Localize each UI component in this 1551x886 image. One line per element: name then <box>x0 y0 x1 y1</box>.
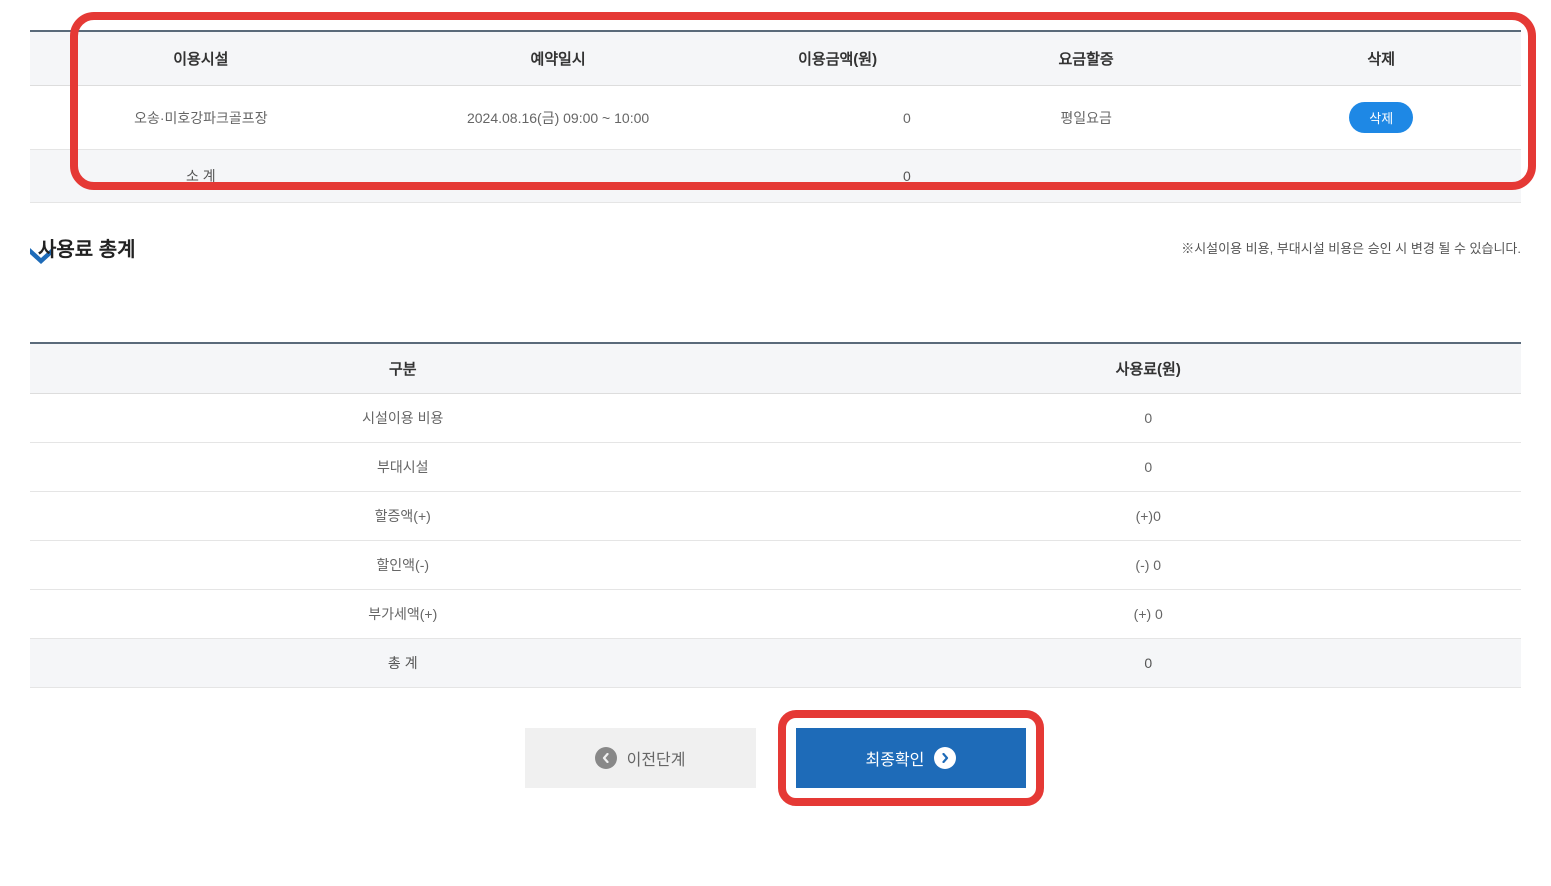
final-confirm-label: 최종확인 <box>866 746 925 770</box>
fee-total-label: 총 계 <box>30 639 776 688</box>
table-row: 할인액(-) (-) 0 <box>30 541 1521 590</box>
reservation-table: 이용시설 예약일시 이용금액(원) 요금할증 삭제 오송·미호강파크골프장 20… <box>30 30 1521 203</box>
fee-cell-value: 0 <box>776 443 1522 492</box>
fee-cell-value: (+) 0 <box>776 590 1522 639</box>
previous-step-button[interactable]: 이전단계 <box>525 728 756 788</box>
fee-cell-value: (+)0 <box>776 492 1522 541</box>
header-delete: 삭제 <box>1241 31 1521 86</box>
header-ratetype: 요금할증 <box>931 31 1242 86</box>
cell-amount: 0 <box>744 86 930 150</box>
header-amount: 이용금액(원) <box>744 31 930 86</box>
section-note: ※시설이용 비용, 부대시설 비용은 승인 시 변경 될 수 있습니다. <box>1181 238 1521 257</box>
fee-summary-table: 구분 사용료(원) 시설이용 비용 0 부대시설 0 할증액(+) (+)0 할… <box>30 342 1521 688</box>
header-facility: 이용시설 <box>30 31 372 86</box>
table-row-subtotal: 소 계 0 <box>30 150 1521 203</box>
table-row: 오송·미호강파크골프장 2024.08.16(금) 09:00 ~ 10:00 … <box>30 86 1521 150</box>
section-title: 사용료 총계 <box>30 233 136 262</box>
header-datetime: 예약일시 <box>372 31 745 86</box>
fee-cell-category: 부가세액(+) <box>30 590 776 639</box>
final-confirm-button[interactable]: 최종확인 <box>796 728 1027 788</box>
fee-header-category: 구분 <box>30 343 776 394</box>
subtotal-label: 소 계 <box>30 150 372 203</box>
table-row: 시설이용 비용 0 <box>30 394 1521 443</box>
fee-cell-value: (-) 0 <box>776 541 1522 590</box>
table-row: 할증액(+) (+)0 <box>30 492 1521 541</box>
fee-header-fee: 사용료(원) <box>776 343 1522 394</box>
arrow-right-circle-icon <box>934 747 956 769</box>
subtotal-amount: 0 <box>744 150 930 203</box>
arrow-left-circle-icon <box>595 747 617 769</box>
table-row: 부가세액(+) (+) 0 <box>30 590 1521 639</box>
cell-datetime: 2024.08.16(금) 09:00 ~ 10:00 <box>372 86 745 150</box>
fee-cell-category: 시설이용 비용 <box>30 394 776 443</box>
delete-button[interactable]: 삭제 <box>1349 102 1413 133</box>
fee-cell-category: 부대시설 <box>30 443 776 492</box>
cell-ratetype: 평일요금 <box>931 86 1242 150</box>
fee-cell-category: 할증액(+) <box>30 492 776 541</box>
previous-step-label: 이전단계 <box>627 746 686 770</box>
fee-cell-value: 0 <box>776 394 1522 443</box>
fee-total-value: 0 <box>776 639 1522 688</box>
table-row-total: 총 계 0 <box>30 639 1521 688</box>
table-row: 부대시설 0 <box>30 443 1521 492</box>
fee-cell-category: 할인액(-) <box>30 541 776 590</box>
cell-facility: 오송·미호강파크골프장 <box>30 86 372 150</box>
section-title-text: 사용료 총계 <box>38 233 136 262</box>
